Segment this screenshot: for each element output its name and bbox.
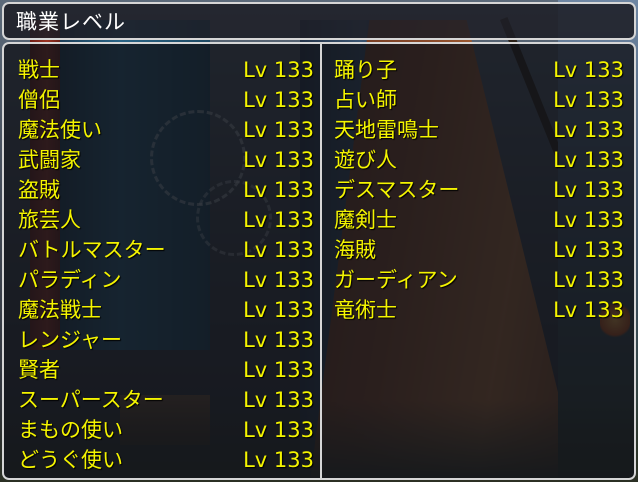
job-level: Lv 133 bbox=[553, 238, 624, 262]
job-name: 盗賊 bbox=[18, 178, 60, 202]
job-name: レンジャー bbox=[18, 328, 122, 352]
job-row[interactable]: ガーディアン Lv 133 bbox=[334, 265, 624, 295]
job-name: スーパースター bbox=[18, 388, 164, 412]
job-level: Lv 133 bbox=[243, 358, 314, 382]
job-row[interactable]: 天地雷鳴士 Lv 133 bbox=[334, 115, 624, 145]
job-row[interactable]: 旅芸人 Lv 133 bbox=[18, 205, 314, 235]
job-level: Lv 133 bbox=[243, 298, 314, 322]
job-level: Lv 133 bbox=[553, 88, 624, 112]
column-divider bbox=[320, 44, 322, 478]
job-name: デスマスター bbox=[334, 178, 460, 202]
job-level: Lv 133 bbox=[243, 238, 314, 262]
window-title: 職業レベル bbox=[16, 10, 126, 34]
job-level: Lv 133 bbox=[553, 298, 624, 322]
job-level: Lv 133 bbox=[553, 268, 624, 292]
job-level: Lv 133 bbox=[243, 148, 314, 172]
job-name: 魔法戦士 bbox=[18, 298, 102, 322]
job-row[interactable]: 魔法使い Lv 133 bbox=[18, 115, 314, 145]
job-level: Lv 133 bbox=[243, 328, 314, 352]
job-list-right: 踊り子 Lv 133 占い師 Lv 133 天地雷鳴士 Lv 133 遊び人 Lv 133 デス… bbox=[334, 55, 624, 325]
job-row[interactable]: まもの使い Lv 133 bbox=[18, 415, 314, 445]
job-row[interactable]: 魔法戦士 Lv 133 bbox=[18, 295, 314, 325]
job-name: 占い師 bbox=[334, 88, 397, 112]
job-row[interactable]: 僧侶 Lv 133 bbox=[18, 85, 314, 115]
job-level: Lv 133 bbox=[243, 268, 314, 292]
job-name: 竜術士 bbox=[334, 298, 397, 322]
job-level: Lv 133 bbox=[553, 58, 624, 82]
job-level: Lv 133 bbox=[243, 418, 314, 442]
job-name: 戦士 bbox=[18, 58, 60, 82]
job-row[interactable]: バトルマスター Lv 133 bbox=[18, 235, 314, 265]
job-level: Lv 133 bbox=[553, 178, 624, 202]
job-name: バトルマスター bbox=[18, 238, 166, 262]
job-row[interactable]: どうぐ使い Lv 133 bbox=[18, 445, 314, 475]
job-row[interactable]: 賢者 Lv 133 bbox=[18, 355, 314, 385]
job-row[interactable]: 魔剣士 Lv 133 bbox=[334, 205, 624, 235]
job-name: 魔剣士 bbox=[334, 208, 397, 232]
job-level: Lv 133 bbox=[553, 118, 624, 142]
job-level-window: 戦士 Lv 133 僧侶 Lv 133 魔法使い Lv 133 武闘家 Lv 133 盗賊 Lv … bbox=[2, 42, 636, 480]
job-name: 賢者 bbox=[18, 358, 60, 382]
job-level: Lv 133 bbox=[243, 88, 314, 112]
job-row[interactable]: スーパースター Lv 133 bbox=[18, 385, 314, 415]
job-level: Lv 133 bbox=[553, 208, 624, 232]
job-row[interactable]: パラディン Lv 133 bbox=[18, 265, 314, 295]
job-level: Lv 133 bbox=[243, 448, 314, 472]
job-name: 武闘家 bbox=[18, 148, 81, 172]
title-bar: 職業レベル bbox=[2, 2, 636, 40]
job-name: ガーディアン bbox=[334, 268, 458, 292]
job-list-left: 戦士 Lv 133 僧侶 Lv 133 魔法使い Lv 133 武闘家 Lv 133 盗賊 Lv … bbox=[18, 55, 314, 475]
job-row[interactable]: 踊り子 Lv 133 bbox=[334, 55, 624, 85]
job-row[interactable]: 遊び人 Lv 133 bbox=[334, 145, 624, 175]
job-level: Lv 133 bbox=[243, 208, 314, 232]
job-name: 旅芸人 bbox=[18, 208, 81, 232]
job-row[interactable]: 竜術士 Lv 133 bbox=[334, 295, 624, 325]
job-level: Lv 133 bbox=[243, 178, 314, 202]
job-name: 魔法使い bbox=[18, 118, 102, 142]
job-row[interactable]: レンジャー Lv 133 bbox=[18, 325, 314, 355]
job-name: 僧侶 bbox=[18, 88, 60, 112]
job-name: 海賊 bbox=[334, 238, 376, 262]
job-name: パラディン bbox=[18, 268, 122, 292]
job-row[interactable]: 戦士 Lv 133 bbox=[18, 55, 314, 85]
job-name: まもの使い bbox=[18, 418, 123, 442]
job-row[interactable]: 占い師 Lv 133 bbox=[334, 85, 624, 115]
job-level: Lv 133 bbox=[243, 388, 314, 412]
job-row[interactable]: 武闘家 Lv 133 bbox=[18, 145, 314, 175]
job-name: 天地雷鳴士 bbox=[334, 118, 439, 142]
job-level: Lv 133 bbox=[243, 58, 314, 82]
job-name: 踊り子 bbox=[334, 58, 397, 82]
job-name: どうぐ使い bbox=[18, 448, 123, 472]
job-row[interactable]: デスマスター Lv 133 bbox=[334, 175, 624, 205]
job-row[interactable]: 盗賊 Lv 133 bbox=[18, 175, 314, 205]
job-level: Lv 133 bbox=[553, 148, 624, 172]
job-row[interactable]: 海賊 Lv 133 bbox=[334, 235, 624, 265]
job-name: 遊び人 bbox=[334, 148, 397, 172]
job-level: Lv 133 bbox=[243, 118, 314, 142]
